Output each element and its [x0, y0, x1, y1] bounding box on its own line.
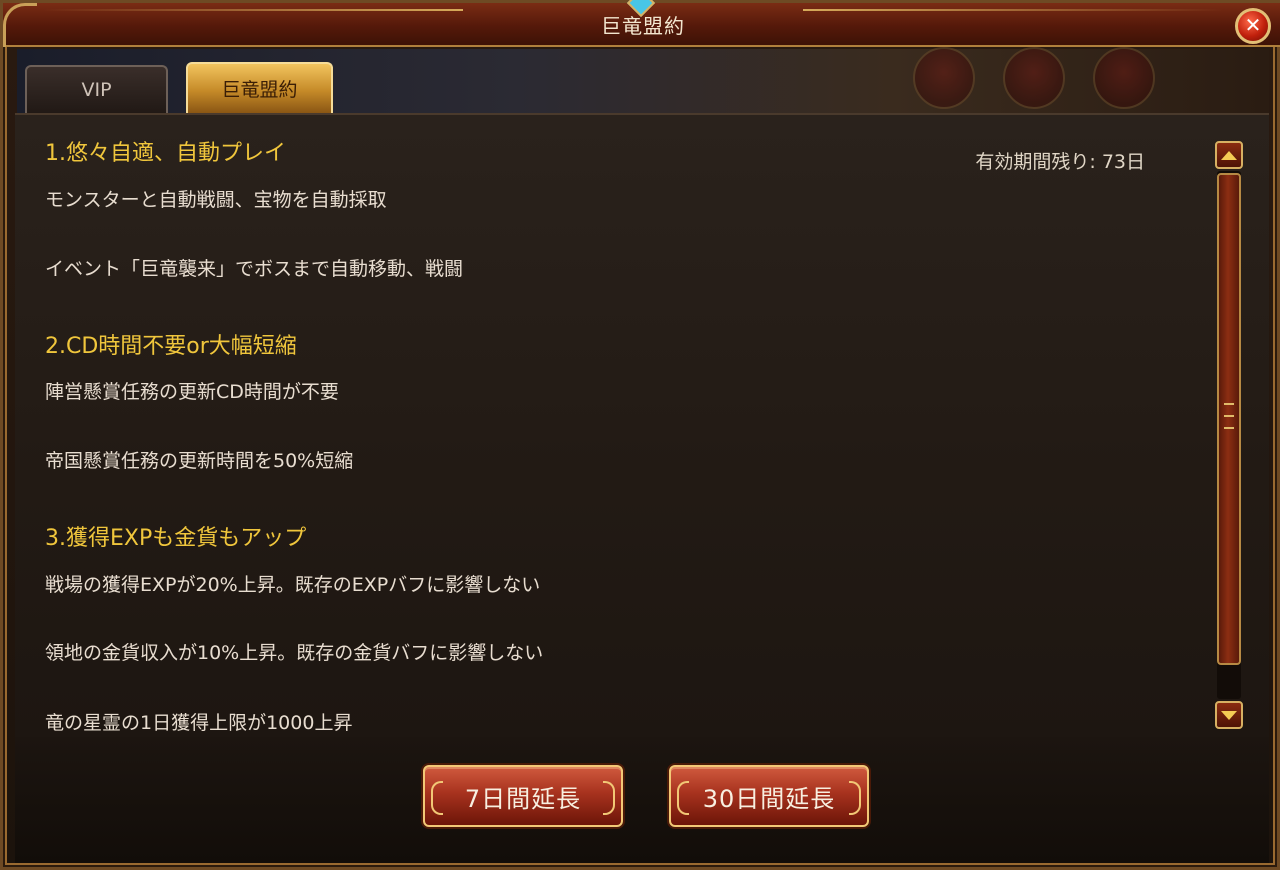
tab-dragon-pact[interactable]: 巨竜盟約 — [186, 62, 333, 113]
arrow-down-icon — [1221, 710, 1237, 720]
section-heading: 3.獲得EXPも金貨もアップ — [45, 526, 307, 551]
benefit-line: 領地の金貨収入が10%上昇。既存の金貨バフに影響しない — [45, 642, 544, 664]
close-button[interactable]: ✕ — [1235, 8, 1271, 44]
tab-vip[interactable]: VIP — [25, 65, 168, 113]
scrollbar[interactable] — [1215, 141, 1245, 731]
button-label: 7日間延長 — [464, 784, 582, 813]
tab-label: 巨竜盟約 — [221, 79, 298, 101]
background-badge — [1003, 47, 1065, 109]
benefit-line: イベント「巨竜襲来」でボスまで自動移動、戦闘 — [45, 258, 464, 280]
background-badge — [1093, 47, 1155, 109]
footer: 7日間延長 30日間延長 — [15, 737, 1269, 863]
benefits-text-area: 1.悠々自適、自動プレイ モンスターと自動戦闘、宝物を自動採取 イベント「巨竜襲… — [45, 115, 1185, 739]
corner-ornament — [3, 3, 37, 47]
extend-7-days-button[interactable]: 7日間延長 — [423, 765, 623, 827]
extend-30-days-button[interactable]: 30日間延長 — [669, 765, 869, 827]
content-panel: 1.悠々自適、自動プレイ モンスターと自動戦闘、宝物を自動採取 イベント「巨竜襲… — [15, 113, 1269, 737]
scroll-down-button[interactable] — [1215, 701, 1243, 729]
dialog-window: 巨竜盟約 ✕ VIP 巨竜盟約 1.悠々自適、自動プレイ モンスターと自動戦闘、… — [0, 0, 1280, 870]
arrow-up-icon — [1221, 150, 1237, 160]
button-label: 30日間延長 — [702, 784, 836, 813]
benefit-line: モンスターと自動戦闘、宝物を自動採取 — [45, 189, 387, 211]
benefit-line: 竜の星霊の1日獲得上限が1000上昇 — [45, 712, 353, 734]
title-bar: 巨竜盟約 — [3, 0, 1280, 47]
remaining-days: 有効期間残り: 73日 — [975, 151, 1145, 173]
tab-label: VIP — [81, 79, 112, 101]
benefit-line: 陣営懸賞任務の更新CD時間が不要 — [45, 381, 339, 403]
close-icon: ✕ — [1244, 13, 1262, 37]
benefit-line: 帝国懸賞任務の更新時間を50%短縮 — [45, 450, 354, 472]
scroll-up-button[interactable] — [1215, 141, 1243, 169]
scroll-thumb[interactable] — [1217, 173, 1241, 665]
section-heading: 1.悠々自適、自動プレイ — [45, 141, 286, 166]
benefit-line: 戦場の獲得EXPが20%上昇。既存のEXPバフに影響しない — [45, 574, 541, 596]
background-badge — [913, 47, 975, 109]
section-heading: 2.CD時間不要or大幅短縮 — [45, 334, 297, 359]
